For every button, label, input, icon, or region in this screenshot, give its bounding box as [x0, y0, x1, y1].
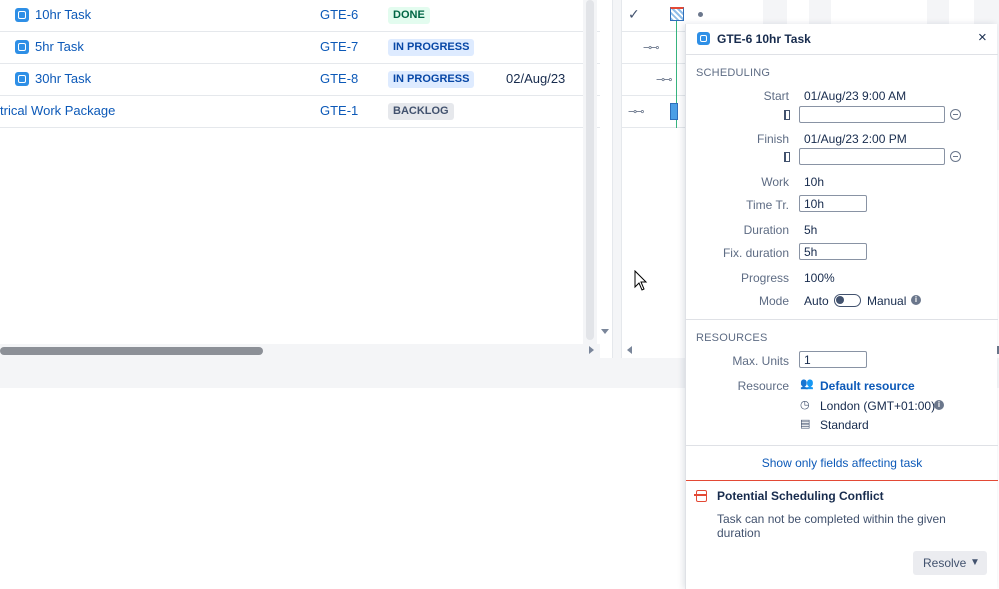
resolve-button[interactable]: Resolve ▼ — [913, 551, 987, 575]
panel-title: GTE-6 10hr Task — [717, 32, 811, 46]
calendar-value: Standard — [820, 418, 869, 432]
start-value: 01/Aug/23 9:00 AM — [804, 89, 907, 103]
clear-start-icon[interactable] — [950, 109, 961, 120]
show-affecting-fields-link[interactable]: Show only fields affecting task — [686, 456, 998, 470]
info-icon[interactable]: i — [934, 400, 944, 410]
task-key-link[interactable]: GTE-1 — [320, 103, 358, 118]
calendar-icon: ▤ — [800, 418, 811, 430]
task-table: 10hr Task GTE-6 DONE 5hr Task GTE-7 IN P… — [0, 0, 600, 345]
scroll-left-arrow-icon[interactable] — [627, 346, 632, 354]
task-type-icon — [15, 8, 29, 22]
chevron-down-icon: ▼ — [970, 557, 980, 568]
progress-value: 100% — [804, 271, 835, 285]
duration-label: Duration — [743, 223, 789, 237]
duration-value: 5h — [804, 223, 818, 237]
finish-date-input[interactable] — [799, 148, 945, 165]
task-key-link[interactable]: GTE-8 — [320, 71, 358, 86]
status-badge: DONE — [388, 7, 430, 24]
task-details-panel: GTE-6 10hr Task × SCHEDULING Start 01/Au… — [685, 24, 998, 589]
timezone-value: London (GMT+01:00) — [820, 399, 936, 413]
dependency-link-icon[interactable]: ⊸⊸ — [656, 73, 673, 86]
work-value: 10h — [804, 175, 825, 189]
gift-warning-icon — [694, 490, 707, 502]
task-name-link[interactable]: 30hr Task — [35, 71, 91, 86]
table-row[interactable]: trical Work Package GTE-1 BACKLOG — [0, 96, 600, 128]
work-label: Work — [761, 175, 789, 189]
conflict-title: Potential Scheduling Conflict — [717, 489, 884, 503]
mode-manual-label: Manual — [867, 294, 907, 308]
conflict-message: Task can not be completed within the giv… — [717, 512, 946, 540]
dependency-link-icon[interactable]: ⊸⊸ — [628, 105, 645, 118]
fix-duration-input[interactable] — [799, 243, 867, 260]
max-units-input[interactable] — [799, 351, 867, 368]
mode-toggle[interactable] — [834, 294, 861, 307]
task-name-link[interactable]: 5hr Task — [35, 39, 84, 54]
task-name-link[interactable]: 10hr Task — [35, 7, 91, 22]
clear-finish-icon[interactable] — [950, 151, 961, 162]
resource-link[interactable]: Default resource — [820, 379, 915, 393]
pin-icon[interactable] — [784, 152, 790, 162]
dependency-link-icon[interactable]: ⊸⊸ — [643, 41, 660, 54]
task-bar[interactable] — [670, 103, 678, 120]
horizontal-scroll-thumb[interactable] — [0, 347, 263, 355]
vertical-scroll-thumb[interactable] — [586, 0, 594, 340]
resources-section-title: RESOURCES — [696, 332, 768, 344]
time-tracked-label: Time Tr. — [746, 198, 789, 212]
time-tracked-input[interactable] — [799, 195, 867, 212]
close-icon[interactable]: × — [978, 29, 987, 46]
scheduling-section-title: SCHEDULING — [696, 67, 771, 79]
info-icon[interactable]: i — [911, 295, 921, 305]
task-bar[interactable] — [670, 7, 684, 21]
check-icon: ✓ — [628, 6, 640, 22]
pane-splitter[interactable] — [612, 0, 622, 358]
fix-duration-label: Fix. duration — [722, 246, 789, 260]
table-row[interactable]: 30hr Task GTE-8 IN PROGRESS 02/Aug/23 — [0, 64, 600, 96]
task-key-link[interactable]: GTE-7 — [320, 39, 358, 54]
start-label: Start — [763, 89, 789, 103]
task-type-icon — [697, 32, 710, 45]
due-date: 02/Aug/23 — [506, 71, 566, 86]
status-badge: BACKLOG — [388, 103, 454, 120]
task-type-icon — [15, 40, 29, 54]
mouse-cursor-icon — [634, 270, 648, 291]
start-date-input[interactable] — [799, 106, 945, 123]
table-row[interactable]: 5hr Task GTE-7 IN PROGRESS — [0, 32, 600, 64]
finish-value: 01/Aug/23 2:00 PM — [804, 132, 907, 146]
clock-icon: ◷ — [800, 399, 810, 411]
task-type-icon — [15, 72, 29, 86]
status-badge: IN PROGRESS — [388, 71, 475, 88]
table-row[interactable]: 10hr Task GTE-6 DONE — [0, 0, 600, 32]
resolve-label: Resolve — [923, 556, 967, 570]
mode-auto-label: Auto — [804, 294, 829, 308]
task-key-link[interactable]: GTE-6 — [320, 7, 358, 22]
progress-label: Progress — [740, 271, 789, 285]
task-name-link[interactable]: trical Work Package — [0, 103, 115, 118]
scroll-down-arrow-icon[interactable] — [601, 329, 609, 334]
users-icon: 👥 — [800, 378, 814, 390]
mode-label: Mode — [758, 294, 789, 308]
finish-label: Finish — [756, 132, 789, 146]
scroll-right-arrow-icon[interactable] — [589, 346, 594, 354]
panel-header: GTE-6 10hr Task × — [686, 24, 998, 54]
status-badge: IN PROGRESS — [388, 39, 475, 56]
resource-label: Resource — [737, 379, 789, 393]
pin-icon[interactable] — [784, 110, 790, 120]
max-units-label: Max. Units — [732, 354, 789, 368]
milestone-dot — [698, 12, 703, 17]
